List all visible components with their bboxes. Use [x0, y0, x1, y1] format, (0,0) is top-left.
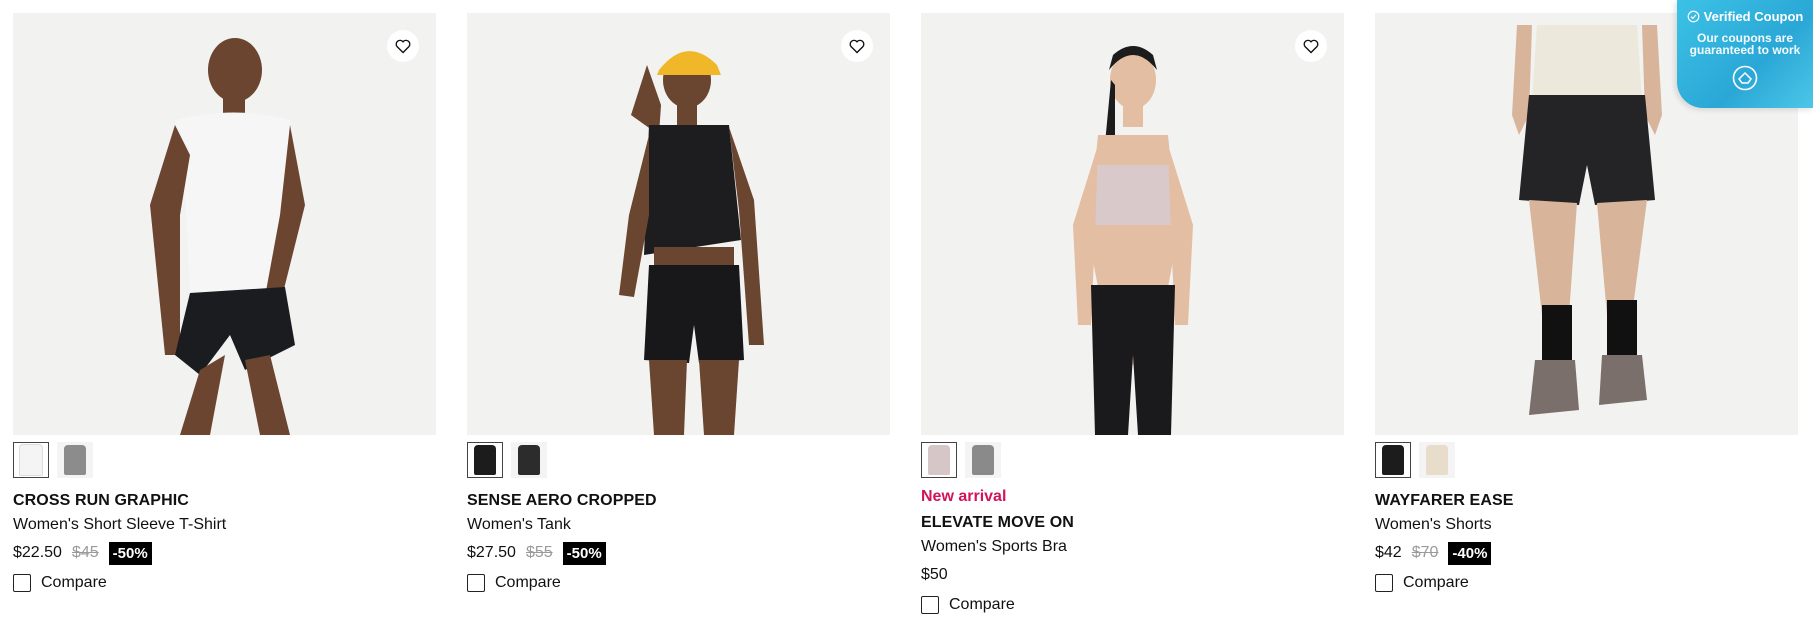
price-row: $42 $70 -40% [1375, 540, 1798, 566]
discount-badge: -50% [108, 541, 152, 565]
swatch-chip [64, 445, 86, 475]
color-swatches [921, 442, 1344, 482]
product-card[interactable]: CROSS RUN GRAPHIC Women's Short Sleeve T… [13, 13, 436, 614]
price-row: $22.50 $45 -50% [13, 540, 436, 566]
product-card[interactable]: SENSE AERO CROPPED Women's Tank $27.50 $… [467, 13, 890, 614]
model-figure [149, 38, 305, 435]
current-price: $22.50 [13, 544, 62, 561]
discount-badge: -50% [562, 541, 606, 565]
swatch-chip [928, 445, 950, 475]
compare-toggle[interactable]: Compare [467, 574, 890, 592]
compare-checkbox[interactable] [921, 596, 939, 614]
product-image[interactable] [13, 13, 436, 435]
coupon-logo [1677, 65, 1813, 96]
color-swatches [1375, 442, 1798, 482]
swatch-option[interactable] [1419, 442, 1455, 478]
product-image[interactable] [467, 13, 890, 435]
heart-icon [395, 39, 411, 53]
compare-toggle[interactable]: Compare [1375, 574, 1798, 592]
swatch-option[interactable] [1375, 442, 1411, 478]
current-price: $27.50 [467, 544, 516, 561]
compare-checkbox[interactable] [13, 574, 31, 592]
product-name[interactable]: SENSE AERO CROPPED [467, 492, 890, 510]
product-card[interactable]: New arrival ELEVATE MOVE ON Women's Spor… [921, 13, 1344, 614]
swatch-chip [972, 445, 994, 475]
product-grid: CROSS RUN GRAPHIC Women's Short Sleeve T… [13, 13, 1798, 614]
compare-toggle[interactable]: Compare [921, 596, 1344, 614]
check-circle-icon [1687, 10, 1700, 23]
wishlist-button[interactable] [387, 30, 419, 62]
compare-label: Compare [1403, 574, 1469, 591]
swatch-option[interactable] [57, 442, 93, 478]
compare-toggle[interactable]: Compare [13, 574, 436, 592]
product-subtitle: Women's Short Sleeve T-Shirt [13, 516, 227, 533]
wishlist-button[interactable] [841, 30, 873, 62]
product-image[interactable] [921, 13, 1344, 435]
original-price: $45 [71, 544, 99, 561]
original-price: $70 [1411, 544, 1439, 561]
product-name[interactable]: WAYFARER EASE [1375, 492, 1798, 510]
coupon-logo-icon [1732, 65, 1758, 91]
color-swatches [13, 442, 436, 482]
swatch-option[interactable] [511, 442, 547, 478]
product-subtitle: Women's Tank [467, 516, 571, 533]
model-figure [618, 51, 764, 435]
wishlist-button[interactable] [1295, 30, 1327, 62]
swatch-chip [474, 445, 496, 475]
swatch-chip [1426, 445, 1448, 475]
product-name[interactable]: ELEVATE MOVE ON [921, 514, 1344, 532]
coupon-title: Verified Coupon [1703, 9, 1804, 24]
product-name[interactable]: CROSS RUN GRAPHIC [13, 492, 436, 510]
model-figure [1072, 46, 1193, 435]
color-swatches [467, 442, 890, 482]
coupon-title-row: Verified Coupon [1677, 9, 1813, 24]
original-price: $55 [525, 544, 553, 561]
heart-icon [849, 39, 865, 53]
swatch-option[interactable] [921, 442, 957, 478]
compare-label: Compare [949, 596, 1015, 613]
swatch-option[interactable] [965, 442, 1001, 478]
heart-icon [1303, 39, 1319, 53]
price-row: $50 [921, 562, 1344, 588]
verified-coupon-widget[interactable]: Verified Coupon Our coupons are guarante… [1677, 0, 1813, 108]
discount-badge: -40% [1448, 541, 1492, 565]
price-row: $27.50 $55 -50% [467, 540, 890, 566]
current-price: $50 [921, 566, 948, 583]
swatch-chip [1382, 445, 1404, 475]
swatch-chip [518, 445, 540, 475]
coupon-text: Our coupons are guaranteed to work [1689, 31, 1801, 57]
new-arrival-badge: New arrival [921, 488, 1007, 505]
compare-label: Compare [495, 574, 561, 591]
compare-label: Compare [41, 574, 107, 591]
swatch-option[interactable] [467, 442, 503, 478]
product-subtitle: Women's Shorts [1375, 516, 1492, 533]
swatch-chip [19, 444, 43, 476]
product-subtitle: Women's Sports Bra [921, 538, 1067, 555]
swatch-option[interactable] [13, 442, 49, 478]
compare-checkbox[interactable] [467, 574, 485, 592]
compare-checkbox[interactable] [1375, 574, 1393, 592]
current-price: $42 [1375, 544, 1402, 561]
